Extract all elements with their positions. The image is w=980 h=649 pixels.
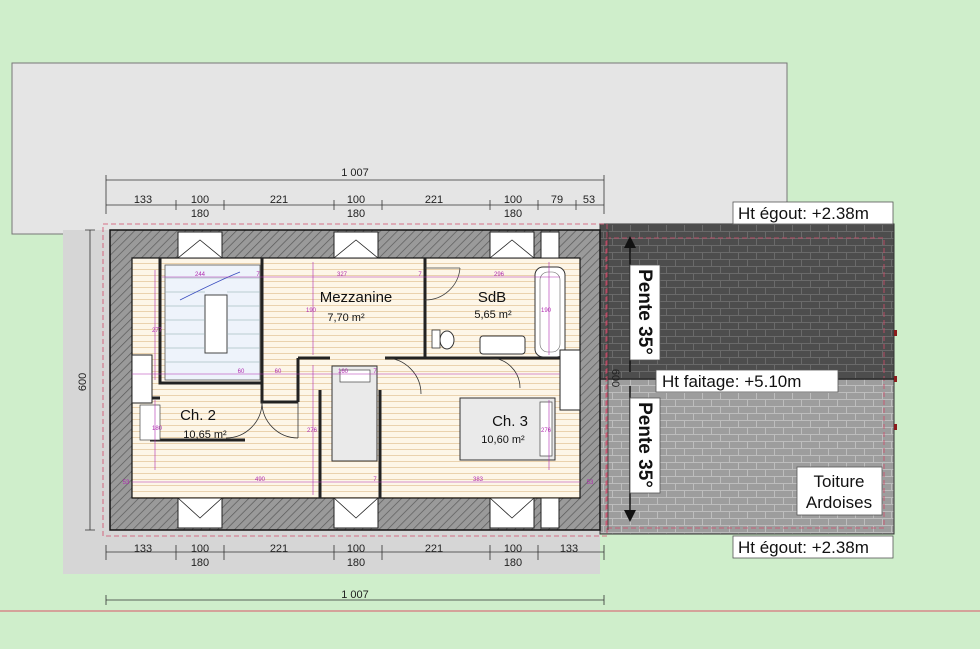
dim-277: 277 [152, 328, 163, 334]
dim-190-right: 190 [541, 308, 552, 314]
dim-60-a: 60 [238, 369, 245, 375]
dim-490: 490 [255, 477, 266, 483]
dim-bottom-100-b: 100 [347, 543, 365, 555]
dim-top-100-a: 100 [191, 194, 209, 206]
room-name-mezzanine: Mezzanine [320, 289, 393, 306]
dim-276-left: 276 [307, 428, 318, 434]
dim-160: 160 [338, 369, 349, 375]
dim-bottom-180-b: 180 [347, 557, 365, 569]
egout-text-top: Ht égout: +2.38m [738, 204, 869, 223]
egout-text-bottom: Ht égout: +2.38m [738, 538, 869, 557]
house [102, 223, 608, 537]
dim-bottom-100-a: 100 [191, 543, 209, 555]
dim-top-79: 79 [551, 194, 563, 206]
pente-text-top: Pente 35° [634, 269, 655, 355]
room-area-ch3: 10,60 m² [481, 434, 525, 446]
pente-text-bottom: Pente 35° [634, 402, 655, 488]
room-area-mezzanine: 7,70 m² [327, 312, 365, 324]
dim-top-100-c: 100 [504, 194, 522, 206]
room-name-ch3: Ch. 3 [492, 413, 528, 430]
dim-right-height: 600 [609, 369, 621, 387]
egout-label-top: Ht égout: +2.38m [732, 201, 894, 225]
faitage-text: Ht faitage: +5.10m [662, 372, 801, 391]
dim-53-right: 53 [587, 480, 594, 486]
dim-top-180-b: 180 [347, 208, 365, 220]
pente-label-top: Pente 35° [629, 264, 661, 361]
room-name-sdb: SdB [478, 289, 506, 306]
dim-bottom-133-a: 133 [134, 543, 152, 555]
faitage-label: Ht faitage: +5.10m [655, 369, 839, 393]
dim-top-221-b: 221 [425, 194, 443, 206]
staircase [164, 264, 261, 381]
dim-244: 244 [195, 272, 206, 278]
roof-material-label: Toiture Ardoises [796, 466, 883, 516]
dim-bottom-180-a: 180 [191, 557, 209, 569]
dim-bottom-221-a: 221 [270, 543, 288, 555]
room-name-ch2: Ch. 2 [180, 407, 216, 424]
dim-bottom-100-c: 100 [504, 543, 522, 555]
dim-190-left: 190 [306, 308, 317, 314]
room-area-ch2: 10,65 m² [183, 429, 227, 441]
dim-bottom-180-c: 180 [504, 557, 522, 569]
pente-label-bottom: Pente 35° [629, 397, 661, 494]
dim-top-221-a: 221 [270, 194, 288, 206]
dim-60-b: 60 [275, 369, 282, 375]
roof-overhang [11, 62, 788, 235]
dim-bottom-total: 1 007 [341, 589, 369, 601]
dim-top-133: 133 [134, 194, 152, 206]
dim-bottom-133-b: 133 [560, 543, 578, 555]
dim-top-total: 1 007 [341, 167, 369, 179]
dim-left-height: 600 [77, 373, 89, 391]
dim-top-180-c: 180 [504, 208, 522, 220]
dim-383: 383 [473, 477, 484, 483]
floor-plan: 244 327 296 277 190 190 60 60 160 276 49… [0, 0, 980, 649]
dim-276-right: 276 [541, 428, 552, 434]
dim-top-53: 53 [583, 194, 595, 206]
dim-top-180-a: 180 [191, 208, 209, 220]
dim-53-left: 53 [123, 480, 130, 486]
roof-material-line1: Toiture [813, 472, 864, 491]
egout-label-bottom: Ht égout: +2.38m [732, 535, 894, 559]
room-area-sdb: 5,65 m² [474, 309, 512, 321]
dim-296: 296 [494, 272, 505, 278]
dim-bottom-221-b: 221 [425, 543, 443, 555]
dim-top-100-b: 100 [347, 194, 365, 206]
dim-327: 327 [337, 272, 348, 278]
roof-material-line2: Ardoises [806, 493, 872, 512]
dim-180: 180 [152, 426, 163, 432]
